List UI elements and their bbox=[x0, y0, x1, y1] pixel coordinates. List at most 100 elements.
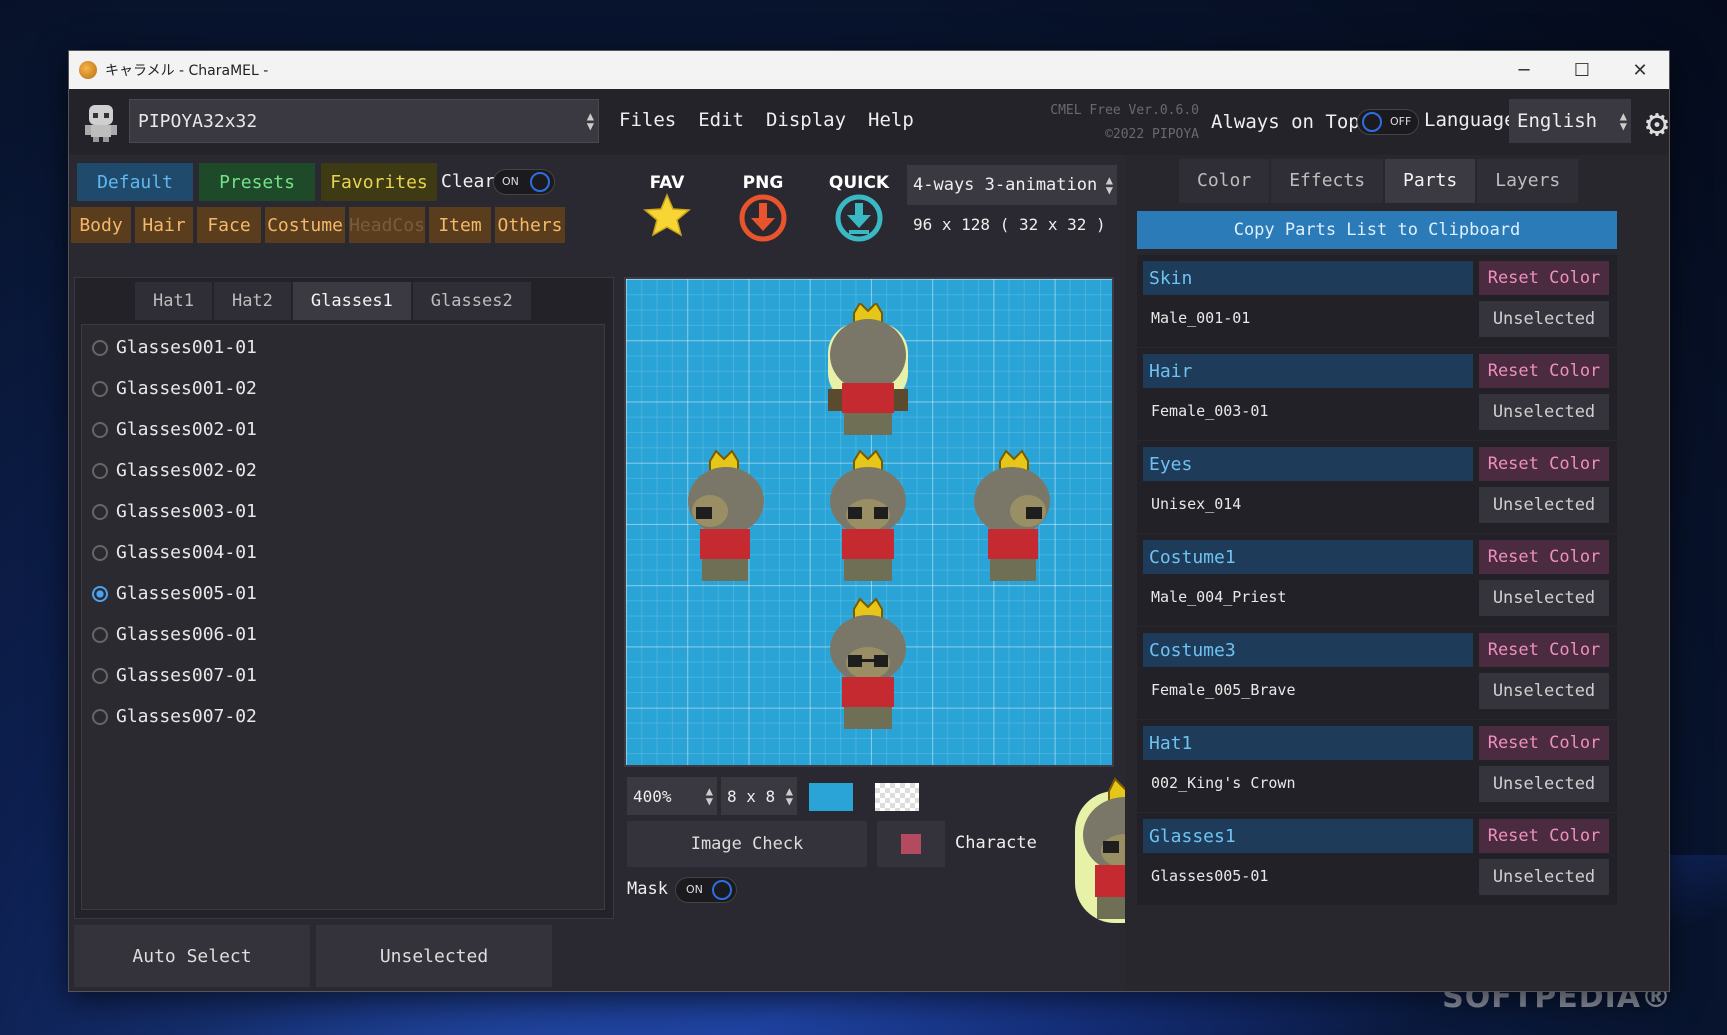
category-costume[interactable]: Costume bbox=[265, 207, 345, 243]
part-value: Male_001-01 bbox=[1151, 309, 1251, 327]
animation-select[interactable]: 4-ways 3-animation ▲ ▼ bbox=[907, 165, 1117, 205]
tab-hat2[interactable]: Hat2 bbox=[213, 282, 291, 320]
favorites-button[interactable]: Favorites bbox=[321, 163, 437, 201]
tab-parts[interactable]: Parts bbox=[1385, 159, 1476, 203]
bg-color-swatch[interactable] bbox=[809, 783, 853, 811]
default-button[interactable]: Default bbox=[77, 163, 193, 201]
radio-button[interactable] bbox=[92, 380, 108, 397]
reset-color-button[interactable]: Reset Color bbox=[1479, 633, 1609, 667]
reset-color-button[interactable]: Reset Color bbox=[1479, 354, 1609, 388]
reset-color-button[interactable]: Reset Color bbox=[1479, 819, 1609, 853]
radio-button[interactable] bbox=[92, 421, 108, 438]
copyright-text: ©2022 PIPOYA bbox=[1105, 127, 1199, 142]
mask-toggle[interactable]: ON bbox=[675, 877, 737, 903]
maximize-button[interactable]: ☐ bbox=[1553, 51, 1611, 89]
category-others[interactable]: Others bbox=[495, 207, 565, 243]
radio-button[interactable] bbox=[92, 626, 108, 643]
zoom-spin-icon[interactable]: ▲ ▼ bbox=[706, 785, 713, 807]
gear-icon[interactable]: ⚙ bbox=[1637, 103, 1677, 143]
list-item[interactable]: Glasses007-01 bbox=[92, 665, 257, 686]
zoom-select[interactable]: 400% ▲ ▼ bbox=[627, 777, 717, 815]
part-name[interactable]: Glasses1 bbox=[1143, 819, 1473, 853]
menu-files[interactable]: Files bbox=[619, 109, 676, 131]
radio-button-checked[interactable] bbox=[92, 585, 108, 602]
language-spin-icon[interactable]: ▲ ▼ bbox=[1620, 110, 1627, 132]
unselect-button[interactable]: Unselected bbox=[1479, 766, 1609, 802]
minimize-button[interactable]: ─ bbox=[1495, 51, 1553, 89]
image-check-button[interactable]: Image Check bbox=[627, 821, 867, 867]
toggle-state: OFF bbox=[1390, 115, 1412, 128]
tab-glasses2[interactable]: Glasses2 bbox=[412, 282, 531, 320]
tab-effects[interactable]: Effects bbox=[1271, 159, 1384, 203]
list-item[interactable]: Glasses006-01 bbox=[92, 624, 257, 645]
copy-parts-button[interactable]: Copy Parts List to Clipboard bbox=[1137, 211, 1617, 249]
reset-color-button[interactable]: Reset Color bbox=[1479, 261, 1609, 295]
category-item[interactable]: Item bbox=[429, 207, 491, 243]
unselected-button[interactable]: Unselected bbox=[316, 925, 552, 987]
category-face[interactable]: Face bbox=[197, 207, 261, 243]
category-hair[interactable]: Hair bbox=[135, 207, 193, 243]
radio-button[interactable] bbox=[92, 667, 108, 684]
reset-color-button[interactable]: Reset Color bbox=[1479, 447, 1609, 481]
reset-color-button[interactable]: Reset Color bbox=[1479, 726, 1609, 760]
download-png-icon bbox=[739, 194, 787, 242]
part-name[interactable]: Costume1 bbox=[1143, 540, 1473, 574]
radio-button[interactable] bbox=[92, 339, 108, 356]
list-item[interactable]: Glasses001-01 bbox=[92, 337, 257, 358]
unselect-button[interactable]: Unselected bbox=[1479, 394, 1609, 430]
auto-select-button[interactable]: Auto Select bbox=[74, 925, 310, 987]
grid-spin-icon[interactable]: ▲ ▼ bbox=[786, 785, 793, 807]
part-name[interactable]: Hat1 bbox=[1143, 726, 1473, 760]
radio-button[interactable] bbox=[92, 544, 108, 561]
tab-hat1[interactable]: Hat1 bbox=[135, 282, 212, 320]
presets-button[interactable]: Presets bbox=[199, 163, 315, 201]
grid-select[interactable]: 8 x 8 ▲ ▼ bbox=[721, 777, 797, 815]
radio-button[interactable] bbox=[92, 503, 108, 520]
transparent-swatch[interactable] bbox=[875, 783, 919, 811]
preview-canvas[interactable] bbox=[624, 277, 1114, 767]
list-item[interactable]: Glasses002-01 bbox=[92, 419, 257, 440]
animation-spin-icon[interactable]: ▲ ▼ bbox=[1106, 174, 1113, 196]
part-name[interactable]: Costume3 bbox=[1143, 633, 1473, 667]
list-item-label: Glasses007-02 bbox=[116, 706, 257, 727]
category-headcos[interactable]: HeadCos bbox=[349, 207, 425, 243]
fav-button[interactable]: FAV bbox=[627, 173, 707, 242]
unselect-button[interactable]: Unselected bbox=[1479, 487, 1609, 523]
close-button[interactable]: ✕ bbox=[1611, 51, 1669, 89]
clear-toggle[interactable]: ON bbox=[493, 169, 555, 195]
list-item-label: Glasses004-01 bbox=[116, 542, 257, 563]
reset-color-button[interactable]: Reset Color bbox=[1479, 540, 1609, 574]
quick-button[interactable]: QUICK bbox=[819, 173, 899, 248]
tab-color[interactable]: Color bbox=[1179, 159, 1270, 203]
part-row-glasses1: Glasses1 Reset Color Glasses005-01 Unsel… bbox=[1137, 813, 1617, 905]
part-name[interactable]: Eyes bbox=[1143, 447, 1473, 481]
category-body[interactable]: Body bbox=[71, 207, 131, 243]
tab-glasses1[interactable]: Glasses1 bbox=[292, 282, 411, 320]
radio-button[interactable] bbox=[92, 708, 108, 725]
unselect-button[interactable]: Unselected bbox=[1479, 673, 1609, 709]
png-button[interactable]: PNG bbox=[723, 173, 803, 248]
unselect-button[interactable]: Unselected bbox=[1479, 859, 1609, 895]
menu-edit[interactable]: Edit bbox=[698, 109, 744, 131]
list-item[interactable]: Glasses002-02 bbox=[92, 460, 257, 481]
menu-help[interactable]: Help bbox=[868, 109, 914, 131]
list-item[interactable]: Glasses004-01 bbox=[92, 542, 257, 563]
list-item[interactable]: Glasses003-01 bbox=[92, 501, 257, 522]
menu-display[interactable]: Display bbox=[766, 109, 846, 131]
right-tab-bar: Color Effects Parts Layers bbox=[1179, 159, 1580, 203]
preset-spin-icon[interactable]: ▲ ▼ bbox=[587, 110, 594, 132]
list-item[interactable]: Glasses001-02 bbox=[92, 378, 257, 399]
character-icon[interactable] bbox=[81, 101, 121, 143]
preset-select[interactable]: PIPOYA32x32 ▲ ▼ bbox=[129, 99, 599, 143]
list-item-selected[interactable]: Glasses005-01 bbox=[92, 583, 257, 604]
always-on-top-toggle[interactable]: OFF bbox=[1357, 109, 1419, 135]
list-item[interactable]: Glasses007-02 bbox=[92, 706, 257, 727]
unselect-button[interactable]: Unselected bbox=[1479, 580, 1609, 616]
tab-layers[interactable]: Layers bbox=[1477, 159, 1579, 203]
unselect-button[interactable]: Unselected bbox=[1479, 301, 1609, 337]
character-color-swatch[interactable] bbox=[877, 821, 945, 867]
part-name[interactable]: Hair bbox=[1143, 354, 1473, 388]
radio-button[interactable] bbox=[92, 462, 108, 479]
language-select[interactable]: English ▲ ▼ bbox=[1509, 99, 1631, 143]
part-name[interactable]: Skin bbox=[1143, 261, 1473, 295]
